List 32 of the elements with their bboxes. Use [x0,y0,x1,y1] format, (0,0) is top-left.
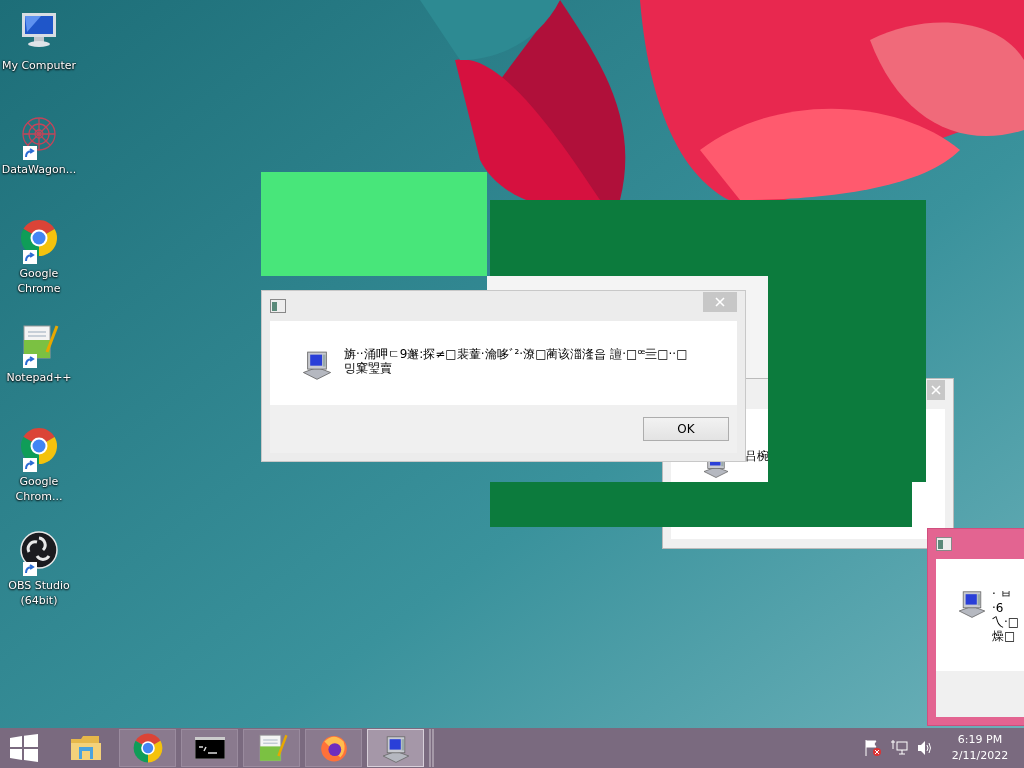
desktop-icon-label[interactable]: Google Chrom... [0,474,78,504]
desktop-icon-label[interactable]: Google Chrome [0,266,78,296]
shortcut-arrow-icon [23,354,37,368]
desktop-icon-label[interactable]: OBS Studio (64bit) [0,578,78,608]
shortcut-arrow-icon [23,562,37,576]
flag-icon[interactable] [864,739,882,757]
computer-icon[interactable] [19,10,59,50]
message-text: 旃··涌呷ㄷ9邂꞉探≠□裴蕫·瀹哆ﾞ²·潦□蔺该湽湰읍 譠·□ꟹ亖□··□ 밍窠琞賣 [344,347,688,375]
network-icon[interactable] [19,114,59,154]
desktop-icon-label[interactable]: My Computer [0,58,78,73]
ok-button[interactable]: OK [643,417,729,441]
desktop-icon-label[interactable]: DataWagon... [0,162,78,177]
chrome-icon[interactable] [19,218,59,258]
network-icon[interactable] [890,739,908,757]
message-text: · ㅂ ·6 乀·□ 燥□ [992,587,1020,643]
volume-icon[interactable] [916,739,934,757]
windows-logo-icon [10,734,38,762]
shortcut-arrow-icon [23,146,37,160]
taskbar-button[interactable] [181,729,238,767]
chrome-icon[interactable] [19,426,59,466]
shortcut-arrow-icon [23,458,37,472]
shortcut-arrow-icon [23,250,37,264]
message-text: 吕椀 [745,449,769,463]
clock[interactable]: 6:19 PM 2/11/2022 [942,732,1018,764]
window-icon [936,537,952,551]
desktop-icon-label[interactable]: Notepad++ [0,370,78,385]
folder-icon[interactable] [68,733,103,763]
taskbar-grip-icon [429,729,435,767]
terminal-icon[interactable] [194,737,225,759]
obs-icon[interactable] [19,530,59,570]
chrome-icon[interactable] [131,732,164,764]
window-icon [270,299,286,313]
